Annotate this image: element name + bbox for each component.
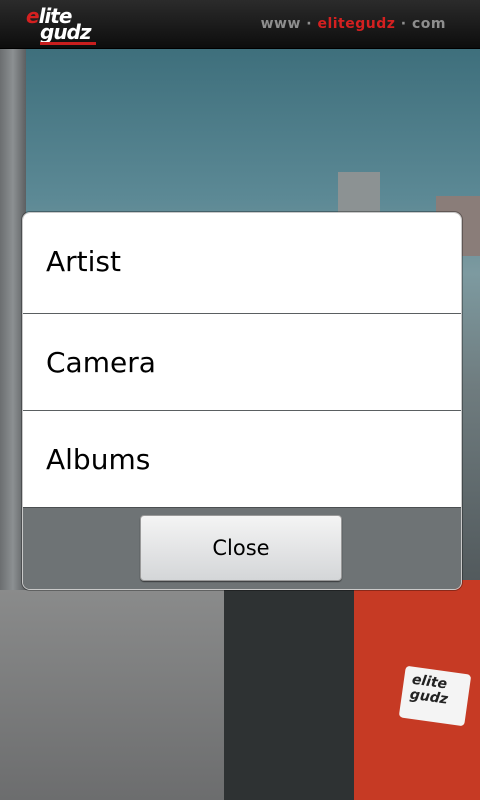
app-logo: elite gudz: [24, 4, 104, 45]
list-item-albums[interactable]: Albums: [23, 411, 461, 507]
url-prefix: www ·: [260, 16, 318, 32]
header-bar: elite gudz www · elitegudz · com: [0, 0, 480, 49]
list-item-artist[interactable]: Artist: [23, 213, 461, 309]
background-sticker: elite gudz: [398, 665, 472, 727]
url-brand: elitegudz: [317, 16, 396, 32]
logo-underline: [40, 42, 96, 45]
source-dialog: Artist Camera Albums Close: [22, 212, 462, 590]
close-button[interactable]: Close: [140, 515, 342, 581]
background-box: [224, 588, 356, 800]
site-url: www · elitegudz · com: [261, 16, 446, 32]
background-newspaper-box: elite gudz: [354, 580, 480, 800]
list-item-camera[interactable]: Camera: [23, 314, 461, 410]
dialog-list: Artist Camera Albums: [23, 213, 461, 507]
dialog-footer: Close: [23, 507, 461, 589]
logo-line2: gudz: [40, 20, 92, 44]
url-suffix: · com: [395, 16, 446, 32]
sticker-text: elite gudz: [409, 672, 451, 708]
logo-e: e: [26, 4, 40, 28]
